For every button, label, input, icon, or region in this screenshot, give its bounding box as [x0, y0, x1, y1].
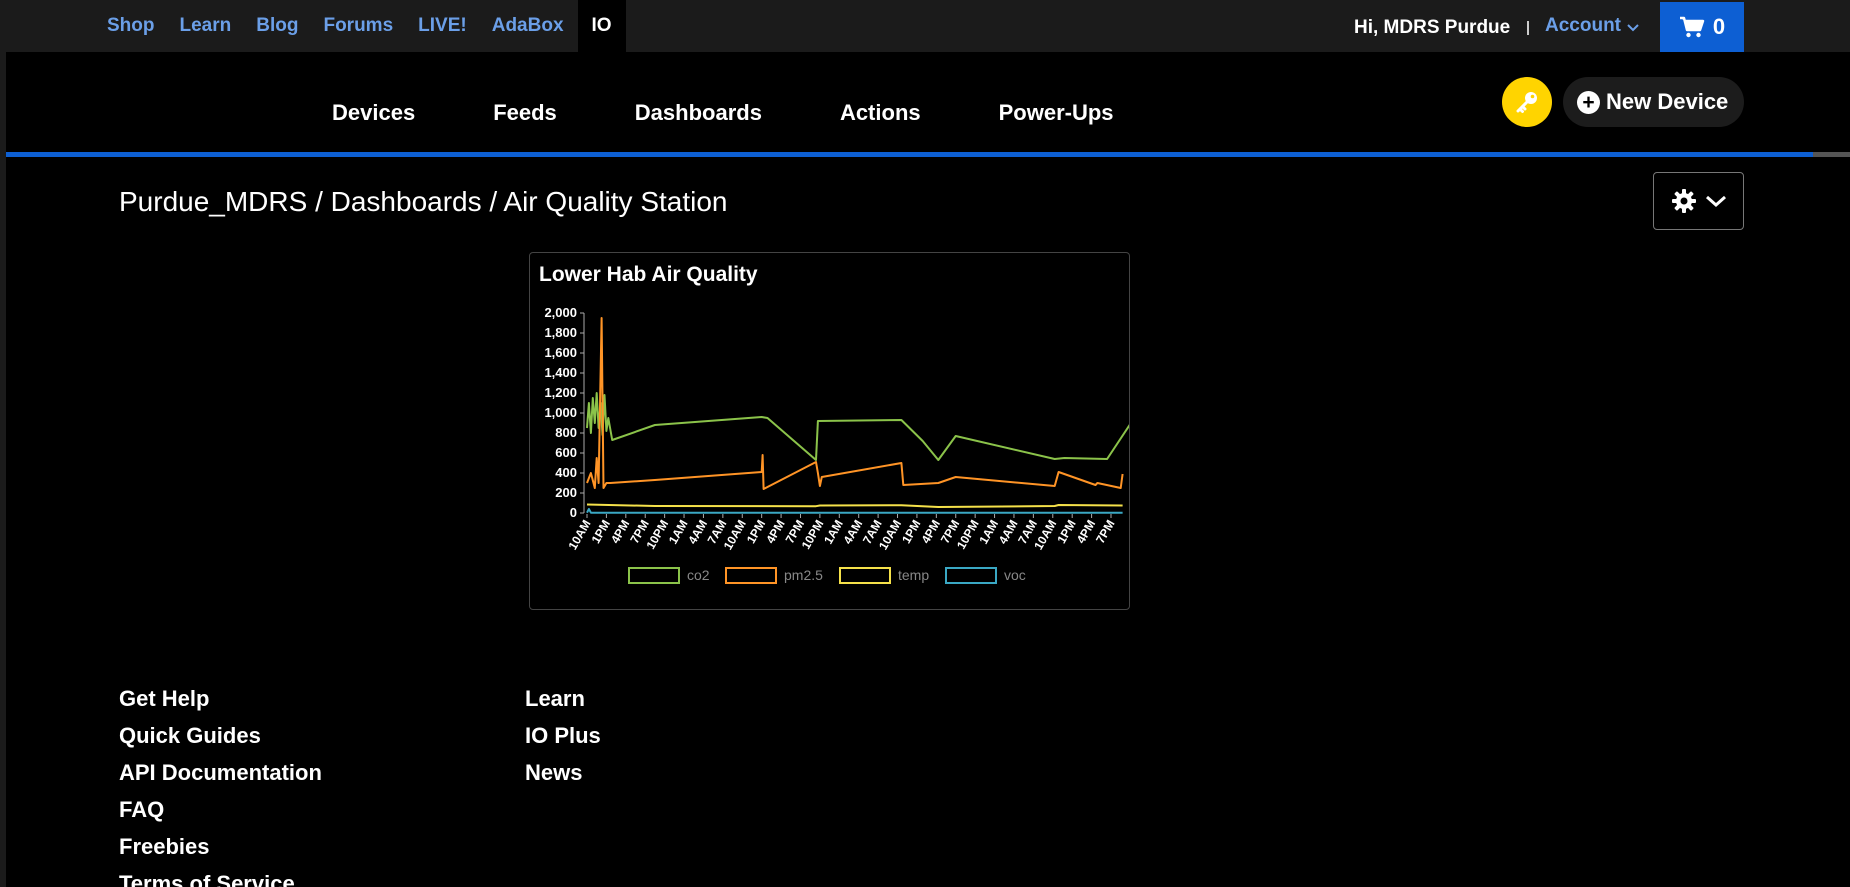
x-tick-label: 1PM	[1054, 518, 1078, 546]
chart-block: Lower Hab Air Quality 0 200 400 600 800 1,000…	[529, 252, 1130, 610]
footer-terms-of-service[interactable]: Terms of Service	[119, 871, 322, 887]
topnav-shop[interactable]: Shop	[107, 15, 155, 37]
y-tick-label: 1,800	[544, 325, 577, 340]
series-line-pm25	[586, 317, 1124, 490]
x-tick-label: 7PM	[1093, 518, 1117, 546]
x-tick-label: 4PM	[1074, 518, 1098, 546]
y-tick-label: 2,000	[544, 305, 577, 320]
y-tick-label: 800	[555, 425, 577, 440]
chevron-down-icon	[1705, 195, 1726, 208]
y-tick-label: 600	[555, 445, 577, 460]
y-tick-label: 1,000	[544, 405, 577, 420]
footer-quick-guides[interactable]: Quick Guides	[119, 723, 322, 760]
new-device-button[interactable]: + New Device	[1563, 77, 1744, 127]
left-edge	[0, 52, 6, 887]
footer-io-plus[interactable]: IO Plus	[525, 723, 601, 760]
nav-divider	[6, 152, 1813, 157]
x-tick-label: 4PM	[918, 518, 942, 546]
x-tick-label: 4AM	[996, 518, 1021, 547]
subnav-dashboards[interactable]: Dashboards	[635, 100, 762, 126]
line-chart: 0 200 400 600 800 1,000 1,200 1,400 1,600 1,800 2,…	[544, 305, 1129, 584]
subnav-actions[interactable]: Actions	[840, 100, 921, 126]
topnav-blog[interactable]: Blog	[256, 15, 298, 37]
cart-count: 0	[1712, 14, 1726, 39]
cart-button[interactable]: 0	[1660, 2, 1744, 52]
legend-label-temp: temp	[898, 567, 929, 583]
sub-nav: Devices Feeds Dashboards Actions Power-U…	[332, 100, 1192, 126]
footer-api-documentation[interactable]: API Documentation	[119, 760, 322, 797]
topnav-io[interactable]: IO	[577, 0, 626, 52]
x-tick-label: 1AM	[666, 518, 691, 547]
header-divider	[1527, 21, 1529, 35]
user-greeting: Hi, MDRS Purdue	[1354, 17, 1511, 38]
y-tick-label: 0	[570, 505, 577, 520]
legend-label-co2: co2	[687, 567, 710, 583]
legend-swatch-co2	[628, 567, 680, 584]
topnav-forums[interactable]: Forums	[323, 15, 393, 37]
footer-column-1: Get Help Quick Guides API Documentation …	[119, 686, 322, 887]
footer-get-help[interactable]: Get Help	[119, 686, 322, 723]
legend-swatch-temp	[839, 567, 891, 584]
x-tick-label: 1PM	[744, 518, 768, 546]
y-tick-label: 400	[555, 465, 577, 480]
x-tick-label: 4PM	[608, 518, 632, 546]
api-key-button[interactable]	[1502, 77, 1552, 127]
top-bar: Shop Learn Blog Forums LIVE! AdaBox IO H…	[0, 0, 1850, 52]
dashboard-settings-button[interactable]	[1653, 172, 1744, 230]
subnav-power-ups[interactable]: Power-Ups	[999, 100, 1114, 126]
chevron-down-icon	[1627, 24, 1639, 32]
y-tick-label: 200	[555, 485, 577, 500]
legend-swatch-pm25	[725, 567, 777, 584]
footer-faq[interactable]: FAQ	[119, 797, 322, 834]
subnav-feeds[interactable]: Feeds	[493, 100, 557, 126]
x-tick-label: 4PM	[763, 518, 787, 546]
x-tick-label: 1PM	[589, 518, 613, 546]
y-tick-label: 1,400	[544, 365, 577, 380]
topnav-adabox[interactable]: AdaBox	[492, 15, 564, 37]
legend-swatch-voc	[945, 567, 997, 584]
series-line-temp	[586, 503, 1123, 508]
breadcrumb: Purdue_MDRS / Dashboards / Air Quality S…	[119, 186, 728, 217]
x-tick-label: 4AM	[685, 518, 710, 547]
x-tick-label: 1AM	[976, 518, 1001, 547]
legend-label-voc: voc	[1004, 567, 1026, 583]
nav-divider-end	[1813, 152, 1850, 157]
new-device-label: New Device	[1606, 89, 1729, 114]
x-tick-label: 1AM	[821, 518, 846, 547]
key-icon	[1516, 92, 1537, 113]
account-label: Account	[1545, 15, 1621, 36]
account-menu[interactable]: Account	[1545, 0, 1639, 52]
series-line-co2	[586, 392, 1129, 461]
series-line-voc	[586, 508, 1123, 514]
subnav-devices[interactable]: Devices	[332, 100, 415, 126]
topnav-learn[interactable]: Learn	[180, 15, 232, 37]
footer-news[interactable]: News	[525, 760, 601, 797]
cart-icon	[1679, 16, 1705, 38]
y-tick-label: 1,600	[544, 345, 577, 360]
top-nav: Shop Learn Blog Forums LIVE! AdaBox IO	[107, 0, 626, 52]
x-tick-label: 10AM	[565, 518, 593, 553]
y-tick-label: 1,200	[544, 385, 577, 400]
plus-icon: +	[1577, 90, 1600, 114]
footer-column-2: Learn IO Plus News	[525, 686, 601, 797]
footer-freebies[interactable]: Freebies	[119, 834, 322, 871]
topnav-live[interactable]: LIVE!	[418, 15, 467, 37]
footer-learn[interactable]: Learn	[525, 686, 601, 723]
legend-label-pm25: pm2.5	[784, 567, 823, 583]
x-tick-label: 1PM	[899, 518, 923, 546]
gear-icon	[1671, 189, 1696, 213]
x-tick-label: 4AM	[841, 518, 866, 547]
